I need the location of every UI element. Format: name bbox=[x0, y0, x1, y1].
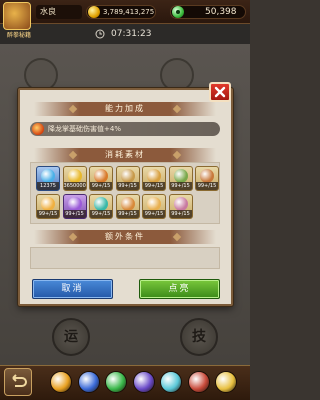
jade-counter: 50,398 bbox=[170, 5, 246, 19]
gold-coin-icon bbox=[88, 6, 100, 18]
material-icon bbox=[67, 197, 82, 211]
background-fire-orb bbox=[24, 58, 58, 92]
material-slot[interactable]: 99+/15 bbox=[142, 166, 166, 191]
dock-skill-icon[interactable] bbox=[105, 371, 127, 393]
dock-skill-icon[interactable] bbox=[160, 371, 182, 393]
ability-bonus-text: 降龙掌基础伤害值+4% bbox=[48, 125, 121, 133]
player-avatar[interactable] bbox=[3, 2, 31, 30]
material-slot[interactable]: 99+/15 bbox=[195, 166, 219, 191]
fire-icon bbox=[32, 123, 44, 135]
material-icon bbox=[147, 197, 161, 211]
material-slot[interactable]: 99+/15 bbox=[89, 166, 113, 191]
material-quantity: 99+/15 bbox=[37, 210, 59, 218]
ability-header: 能力加成 bbox=[34, 102, 216, 116]
gold-counter: 3,789,413,275 bbox=[86, 5, 156, 19]
skill-book-label: 醉拳秘籍 bbox=[6, 32, 31, 39]
server-clock: 07:31:23 bbox=[95, 27, 165, 41]
gold-amount: 3,789,413,275 bbox=[103, 8, 155, 16]
material-slot[interactable]: 99+/15 bbox=[89, 194, 113, 219]
background-center-orb bbox=[160, 58, 194, 92]
jade-coin-icon bbox=[172, 6, 184, 18]
material-quantity: 99+/15 bbox=[63, 210, 86, 218]
material-icon bbox=[67, 169, 82, 183]
material-quantity: 99+/15 bbox=[90, 210, 112, 218]
material-icon bbox=[94, 169, 108, 183]
jade-amount: 50,398 bbox=[205, 7, 237, 17]
clock-icon bbox=[95, 29, 105, 39]
material-quantity: 99+/15 bbox=[116, 210, 139, 218]
material-icon bbox=[173, 169, 188, 183]
dock-skill-icon[interactable] bbox=[50, 371, 72, 393]
material-slot[interactable]: 99+/15 bbox=[115, 166, 140, 191]
material-slot[interactable]: 99+/15 bbox=[142, 194, 166, 219]
clock-time: 07:31:23 bbox=[111, 29, 152, 39]
material-slot[interactable]: 99+/15 bbox=[168, 166, 193, 191]
dock-skill-icon[interactable] bbox=[215, 371, 237, 393]
material-slot[interactable]: 99+/15 bbox=[115, 194, 140, 219]
material-quantity: 99+/15 bbox=[116, 182, 139, 190]
material-quantity: 99+/15 bbox=[90, 182, 112, 190]
material-slot[interactable]: 99+/15 bbox=[36, 194, 60, 219]
material-quantity: 12375 bbox=[37, 182, 59, 190]
dock-skill-icon[interactable] bbox=[187, 371, 210, 393]
cultivate-button[interactable]: 运 bbox=[52, 318, 90, 356]
extra-conditions-header: 额外条件 bbox=[34, 230, 216, 244]
material-slot[interactable]: 99+/15 bbox=[168, 194, 193, 219]
material-icon bbox=[173, 197, 188, 211]
material-slot[interactable]: 99+/15 bbox=[62, 194, 87, 219]
back-arrow-icon bbox=[12, 374, 27, 387]
back-button[interactable] bbox=[4, 368, 32, 396]
material-icon bbox=[94, 197, 108, 211]
material-icon bbox=[41, 169, 55, 183]
dock-skill-icon[interactable] bbox=[77, 371, 100, 393]
material-icon bbox=[120, 197, 135, 211]
material-icon bbox=[120, 169, 135, 183]
material-quantity: 99+/15 bbox=[169, 182, 192, 190]
material-quantity: 99+/15 bbox=[143, 210, 165, 218]
cancel-button[interactable]: 取消 bbox=[32, 279, 113, 299]
material-quantity: 99+/15 bbox=[143, 182, 165, 190]
material-quantity: 3650000 bbox=[63, 182, 86, 190]
material-icon bbox=[147, 169, 161, 183]
player-name: 水良 bbox=[36, 5, 82, 19]
material-slot[interactable]: 3650000 bbox=[62, 166, 87, 191]
extra-conditions-panel bbox=[30, 247, 220, 269]
skill-button[interactable]: 技 bbox=[180, 318, 218, 356]
material-slot[interactable]: 12375 bbox=[36, 166, 60, 191]
close-icon bbox=[214, 86, 226, 98]
material-quantity: 99+/15 bbox=[169, 210, 192, 218]
material-quantity: 99+/15 bbox=[196, 182, 218, 190]
ability-bonus-row: 降龙掌基础伤害值+4% bbox=[30, 122, 220, 136]
material-icon bbox=[41, 197, 55, 211]
dock-skill-icon[interactable] bbox=[132, 371, 155, 393]
close-button[interactable] bbox=[209, 82, 231, 102]
material-icon bbox=[200, 169, 214, 183]
confirm-light-button[interactable]: 点亮 bbox=[139, 279, 220, 299]
materials-header: 消耗素材 bbox=[34, 148, 216, 162]
